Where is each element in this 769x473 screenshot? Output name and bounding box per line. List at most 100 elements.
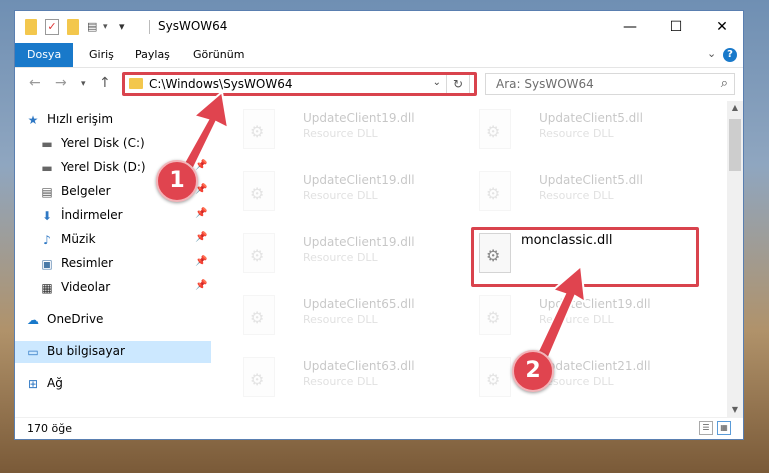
nav-item-label: Ağ (47, 376, 63, 390)
nav-item-label: İndirmeler (61, 208, 123, 222)
folder-icon (25, 19, 37, 35)
nav-item-label: Videolar (61, 280, 111, 294)
search-input[interactable]: Ara: SysWOW64 (496, 77, 594, 91)
drive-icon: ▬ (41, 137, 53, 151)
dll-file-icon (479, 357, 511, 397)
nav-item-network[interactable]: ⊞ Ağ (15, 373, 211, 395)
scrollbar-thumb[interactable] (729, 119, 741, 171)
nav-item-downloads[interactable]: ⬇ İndirmeler 📌 (15, 205, 211, 227)
file-type: Resource DLL (539, 189, 614, 202)
properties-icon[interactable]: ✓ (45, 19, 59, 35)
up-arrow-icon[interactable]: ↑ (99, 75, 111, 91)
nav-item-label: OneDrive (47, 312, 104, 326)
star-icon: ★ (27, 113, 39, 127)
step-badge-1: 1 (156, 160, 198, 202)
tab-file[interactable]: Dosya (15, 43, 74, 67)
recent-locations-icon[interactable]: ▾ (81, 79, 86, 89)
dll-file-icon (243, 109, 275, 149)
file-item[interactable]: UpdateClient19.dll Resource DLL (235, 227, 465, 279)
file-name: UpdateClient19.dll (303, 173, 415, 187)
nav-item-pictures[interactable]: ▣ Resimler 📌 (15, 253, 211, 275)
file-name: UpdateClient19.dll (303, 111, 415, 125)
pin-icon[interactable]: 📌 (195, 280, 207, 291)
dll-file-icon (243, 357, 275, 397)
dll-file-icon (243, 171, 275, 211)
maximize-button[interactable]: ☐ (653, 11, 699, 43)
nav-item-label: Resimler (61, 256, 114, 270)
file-item[interactable]: UpdateClient5.dll Resource DLL (471, 103, 701, 155)
dll-file-icon (243, 295, 275, 335)
file-name: UpdateClient19.dll (303, 235, 415, 249)
file-name: UpdateClient5.dll (539, 111, 643, 125)
file-type: Resource DLL (539, 127, 614, 140)
nav-item-this-pc[interactable]: ▭ Bu bilgisayar (15, 341, 211, 363)
dll-file-icon (479, 109, 511, 149)
nav-item-onedrive[interactable]: ☁ OneDrive (15, 309, 211, 331)
file-name: UpdateClient5.dll (539, 173, 643, 187)
expand-ribbon-icon[interactable]: ⌄ (707, 47, 716, 60)
videos-icon: ▦ (41, 281, 53, 295)
documents-icon: ▤ (41, 185, 53, 199)
network-icon: ⊞ (27, 377, 39, 391)
title-separator (149, 20, 150, 34)
address-row: ← → ▾ ↑ C:\Windows\SysWOW64 ⌄ ↻ Ara: Sys… (15, 68, 743, 100)
minimize-button[interactable]: — (607, 11, 653, 43)
tab-share[interactable]: Paylaş (123, 43, 182, 67)
scroll-up-icon[interactable]: ▲ (727, 101, 743, 115)
file-item[interactable]: UpdateClient19.dll Resource DLL (235, 165, 465, 217)
chevron-down-icon[interactable]: ▾ (103, 19, 111, 35)
item-count: 170 öğe (27, 422, 72, 435)
file-type: Resource DLL (303, 313, 378, 326)
close-button[interactable]: ✕ (699, 11, 743, 43)
nav-item-music[interactable]: ♪ Müzik 📌 (15, 229, 211, 251)
search-icon: ⌕ (720, 76, 728, 91)
status-bar: 170 öğe ☰ ▦ (15, 417, 743, 439)
nav-item-label: Hızlı erişim (47, 112, 114, 126)
nav-item-label: Yerel Disk (D:) (61, 160, 146, 174)
window-title: SysWOW64 (158, 19, 228, 33)
vertical-scrollbar[interactable]: ▲ ▼ (727, 101, 743, 417)
scroll-down-icon[interactable]: ▼ (727, 403, 743, 417)
tab-view[interactable]: Görünüm (181, 43, 256, 67)
tab-home[interactable]: Giriş (77, 43, 126, 67)
nav-item-videos[interactable]: ▦ Videolar 📌 (15, 277, 211, 299)
computer-icon: ▭ (27, 345, 39, 359)
dll-file-icon (243, 233, 275, 273)
pin-icon[interactable]: 📌 (195, 208, 207, 219)
file-item[interactable]: UpdateClient19.dll Resource DLL (235, 103, 465, 155)
file-type: Resource DLL (303, 189, 378, 202)
new-folder-icon[interactable] (67, 19, 79, 35)
file-type: Resource DLL (303, 251, 378, 264)
ribbon-tabs: Dosya Giriş Paylaş Görünüm ⌄ ? (15, 43, 743, 68)
file-item[interactable]: UpdateClient65.dll Resource DLL (235, 289, 465, 341)
pin-icon[interactable]: 📌 (195, 256, 207, 267)
file-explorer-window: ✓ ▤ ▾ ▾ SysWOW64 — ☐ ✕ Dosya Giriş Payla… (14, 10, 744, 440)
nav-item-label: Belgeler (61, 184, 111, 198)
cloud-icon: ☁ (27, 313, 39, 327)
pictures-icon: ▣ (41, 257, 53, 271)
file-item[interactable]: UpdateClient5.dll Resource DLL (471, 165, 701, 217)
back-arrow-icon[interactable]: ← (29, 75, 41, 91)
file-name: UpdateClient65.dll (303, 297, 415, 311)
file-type: Resource DLL (303, 127, 378, 140)
file-type: Resource DLL (303, 375, 378, 388)
file-item[interactable]: UpdateClient63.dll Resource DLL (235, 351, 465, 403)
step-badge-2: 2 (512, 350, 554, 392)
search-box[interactable]: Ara: SysWOW64 ⌕ (485, 73, 735, 95)
nav-item-label: Bu bilgisayar (47, 344, 125, 358)
pin-icon[interactable]: 📌 (195, 232, 207, 243)
nav-item-label: Yerel Disk (C:) (61, 136, 145, 150)
drive-icon: ▬ (41, 161, 53, 175)
help-icon[interactable]: ? (723, 48, 737, 62)
file-name: UpdateClient63.dll (303, 359, 415, 373)
quick-access-dropdown-icon[interactable]: ▾ (119, 19, 129, 35)
music-icon: ♪ (43, 233, 51, 247)
dll-file-icon (479, 171, 511, 211)
large-icons-view-icon[interactable]: ▦ (717, 421, 731, 435)
customize-icon[interactable]: ▤ (87, 19, 101, 35)
nav-item-label: Müzik (61, 232, 96, 246)
title-bar: ✓ ▤ ▾ ▾ SysWOW64 — ☐ ✕ (15, 11, 743, 43)
details-view-icon[interactable]: ☰ (699, 421, 713, 435)
forward-arrow-icon[interactable]: → (55, 75, 67, 91)
dll-file-icon (479, 295, 511, 335)
